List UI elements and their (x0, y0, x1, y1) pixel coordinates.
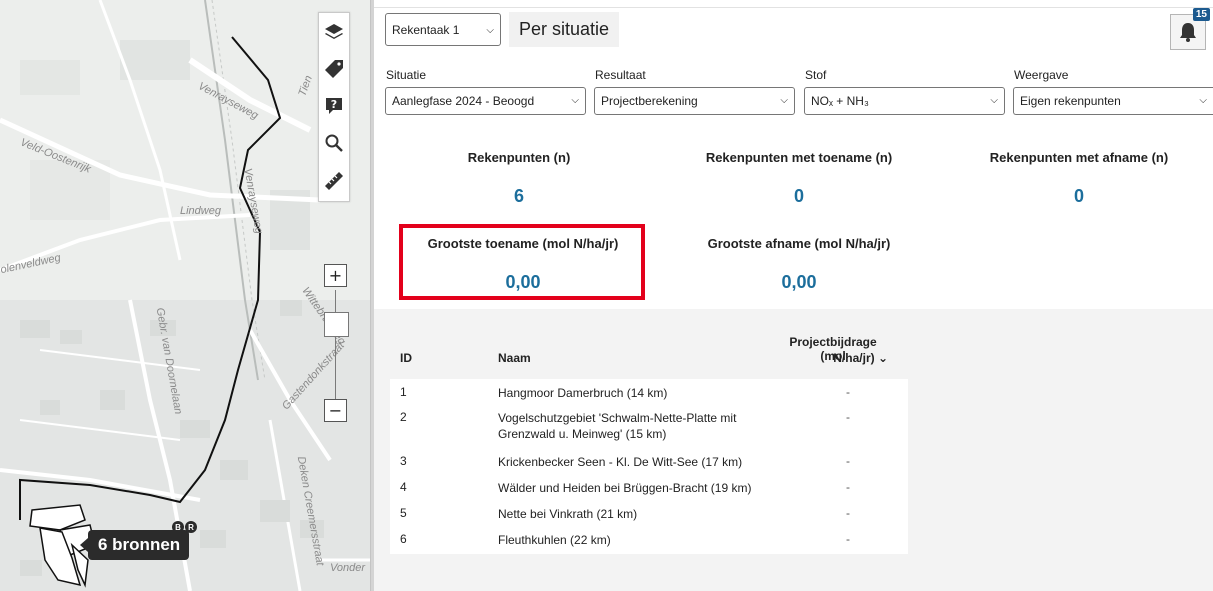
row-value: - (846, 385, 850, 399)
row-name: Nette bei Vinkrath (21 km) (498, 507, 638, 521)
resultaat-select[interactable]: Projectberekening ⌵ (594, 87, 795, 115)
chevron-down-icon: ⌵ (571, 95, 579, 106)
weergave-value: Eigen rekenpunten (1020, 94, 1121, 108)
row-value: - (846, 454, 850, 468)
row-name: Krickenbecker Seen - Kl. De Witt-See (17… (498, 455, 743, 469)
comment-question-icon: ? (326, 97, 342, 114)
notifications-button[interactable]: 15 (1170, 8, 1210, 50)
table-row[interactable]: 4 Wälder und Heiden bei Brüggen-Bracht (… (390, 474, 908, 500)
row-value: - (846, 480, 850, 494)
chevron-down-icon: ⌵ (1199, 95, 1207, 106)
row-value: - (846, 506, 850, 520)
row-name: Wälder und Heiden bei Brüggen-Bracht (19… (498, 481, 752, 495)
stof-select[interactable]: NOₓ + NH₃ ⌵ (804, 87, 1005, 115)
stat-grootste-afname-value: 0,00 (781, 272, 817, 292)
stat-grootste-afname-title: Grootste afname (mol N/ha/jr) (707, 236, 891, 251)
table-row[interactable]: 2 Vogelschutzgebiet 'Schwalm-Nette-Platt… (390, 404, 908, 448)
zoom-out-button[interactable]: − (324, 399, 347, 422)
stat-toename-value: 0 (793, 186, 804, 206)
layers-icon (325, 23, 343, 39)
measure-button[interactable] (319, 161, 349, 198)
row-id: 4 (400, 480, 407, 494)
row-name: Fleuthkuhlen (22 km) (498, 533, 611, 547)
statistics-section: Rekenpunten (n) 6 Rekenpunten met toenam… (374, 127, 1213, 307)
situatie-label: Situatie (386, 68, 427, 82)
results-table-body: 1 Hangmoor Damerbruch (14 km) - 2 Vogels… (390, 379, 908, 554)
row-name: Vogelschutzgebiet 'Schwalm-Nette-Platte … (498, 411, 737, 441)
row-id: 6 (400, 532, 407, 546)
weergave-select[interactable]: Eigen rekenpunten ⌵ (1013, 87, 1213, 115)
column-header-naam: Naam (498, 351, 531, 365)
row-name: Hangmoor Damerbruch (14 km) (498, 386, 668, 400)
weergave-label: Weergave (1014, 68, 1069, 82)
chevron-down-icon: ⌵ (780, 95, 788, 106)
labels-button[interactable] (319, 50, 349, 87)
stof-value: NOₓ + NH₃ (811, 94, 869, 108)
row-id: 2 (400, 410, 407, 424)
table-row[interactable]: 1 Hangmoor Damerbruch (14 km) - (390, 379, 908, 404)
search-button[interactable] (319, 124, 349, 161)
results-table-section: ID Naam Projectbijdrage (mol N/ha/jr) ⌄ … (374, 309, 1213, 591)
situatie-select[interactable]: Aanlegfase 2024 - Beoogd ⌵ (385, 87, 586, 115)
map-toolbar: ? (318, 12, 350, 202)
chevron-down-icon: ⌵ (486, 25, 494, 36)
bell-icon (1180, 23, 1196, 42)
search-icon (325, 134, 343, 152)
stof-label: Stof (805, 68, 827, 82)
calc-task-select[interactable]: Rekentaak 1 ⌵ (385, 13, 501, 46)
notifications-count: 15 (1192, 8, 1210, 21)
row-id: 3 (400, 454, 407, 468)
zoom-track (335, 290, 336, 400)
map-view[interactable]: Venrayseweg Venrayseweg Veld-Oostenrijk … (0, 0, 370, 591)
sources-badge[interactable]: 6 bronnen (79, 530, 190, 560)
street-label: Vonder (330, 562, 366, 574)
tab-per-situatie[interactable]: Per situatie (509, 12, 620, 47)
row-value: - (846, 532, 850, 546)
situatie-value: Aanlegfase 2024 - Beoogd (392, 94, 535, 108)
resultaat-value: Projectberekening (601, 94, 698, 108)
zoom-slider-handle[interactable] (324, 312, 349, 337)
resultaat-label: Resultaat (595, 68, 646, 82)
street-label: Lindweg (180, 205, 221, 217)
column-header-id: ID (400, 351, 412, 365)
info-button[interactable]: ? (319, 87, 349, 124)
stat-afname-title: Rekenpunten met afname (n) (989, 150, 1169, 165)
stat-rekenpunten-title: Rekenpunten (n) (467, 150, 571, 165)
row-id: 1 (400, 385, 407, 399)
table-row[interactable]: 3 Krickenbecker Seen - Kl. De Witt-See (… (390, 448, 908, 474)
stat-toename-title: Rekenpunten met toename (n) (705, 150, 893, 165)
column-header-projectbijdrage-sort[interactable]: N/ha/jr) ⌄ (778, 351, 888, 365)
measure-icon (325, 171, 343, 190)
table-row[interactable]: 5 Nette bei Vinkrath (21 km) - (390, 500, 908, 526)
stat-afname-value: 0 (1073, 186, 1084, 206)
tag-icon (325, 59, 343, 78)
results-panel: Rekentaak 1 ⌵ Per situatie 15 Situatie R… (374, 0, 1213, 591)
layers-button[interactable] (319, 13, 349, 50)
row-id: 5 (400, 506, 407, 520)
panel-top-bar (374, 0, 1213, 8)
svg-text:?: ? (331, 98, 337, 111)
row-value: - (846, 410, 850, 424)
stat-rekenpunten-value: 6 (513, 186, 524, 206)
zoom-in-button[interactable]: + (324, 264, 347, 287)
table-row[interactable]: 6 Fleuthkuhlen (22 km) - (390, 526, 908, 554)
chevron-down-icon: ⌵ (990, 95, 998, 106)
calc-task-value: Rekentaak 1 (392, 22, 460, 37)
highlight-box (399, 224, 645, 300)
